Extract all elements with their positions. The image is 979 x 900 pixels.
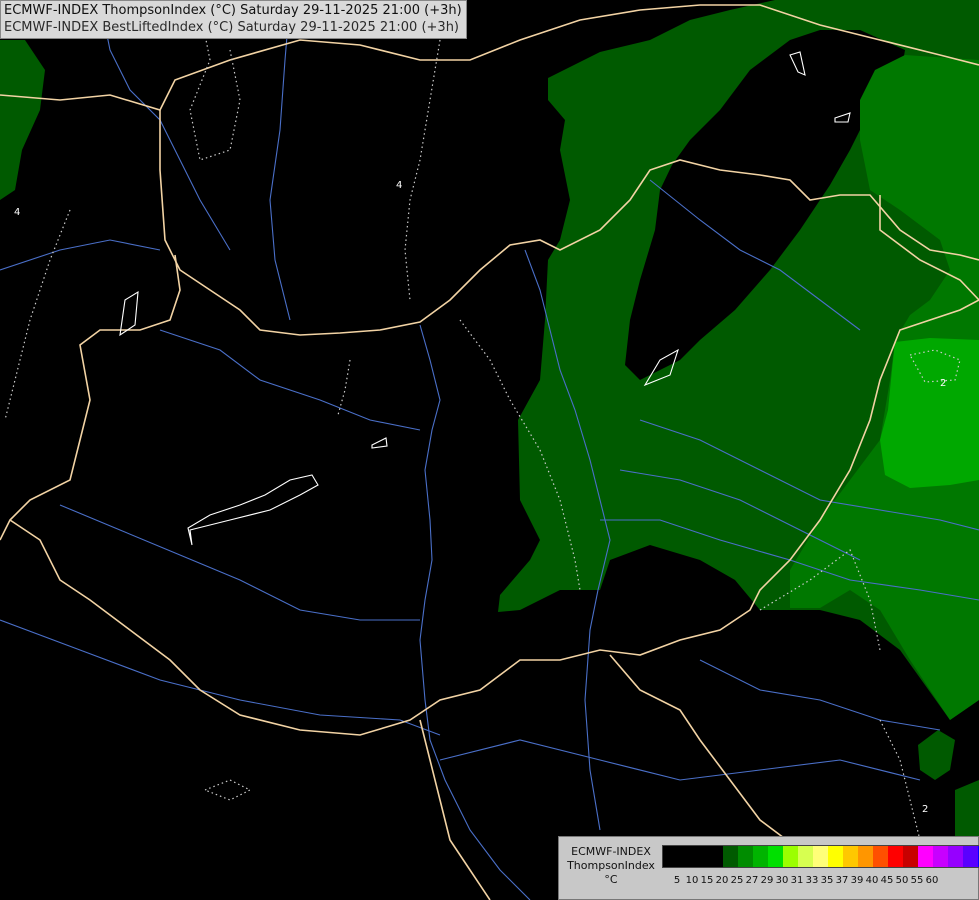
- weather-map: 4 4 2 2: [0, 0, 979, 900]
- legend-tick: 20: [715, 875, 729, 886]
- legend-swatch: [828, 846, 843, 867]
- legend-swatch: [708, 846, 723, 867]
- legend-parameter: ThompsonIndex: [567, 859, 655, 872]
- contour-label: 4: [14, 207, 20, 218]
- legend-swatch: [768, 846, 783, 867]
- contour-label: 4: [396, 180, 402, 191]
- legend-swatch: [888, 846, 903, 867]
- legend-ticks: 5 10 15 20 25 27 29 30 31 33 35 37 39 40 45 50 55 60: [662, 875, 974, 889]
- legend-swatch: [723, 846, 738, 867]
- legend-swatch: [873, 846, 888, 867]
- legend-swatch: [933, 846, 948, 867]
- legend-swatch: [963, 846, 978, 867]
- legend-swatch: [678, 846, 693, 867]
- legend-tick: 31: [790, 875, 804, 886]
- title-thompson-index: ECMWF-INDEX ThompsonIndex (°C) Saturday …: [4, 3, 462, 18]
- legend-swatch: [693, 846, 708, 867]
- legend-tick: 5: [673, 875, 681, 886]
- legend-swatch: [948, 846, 963, 867]
- legend-swatch: [858, 846, 873, 867]
- legend-model: ECMWF-INDEX: [571, 845, 651, 858]
- legend-swatch: [843, 846, 858, 867]
- legend-tick: 50: [895, 875, 909, 886]
- legend-tick: 60: [925, 875, 939, 886]
- legend-tick: 10: [685, 875, 699, 886]
- legend-tick: 27: [745, 875, 759, 886]
- legend-tick: 55: [910, 875, 924, 886]
- legend-tick: 37: [835, 875, 849, 886]
- legend-swatches: [662, 845, 979, 868]
- legend-swatch: [738, 846, 753, 867]
- map-title-box: ECMWF-INDEX ThompsonIndex (°C) Saturday …: [0, 0, 467, 39]
- shading-bright-green: [880, 338, 979, 488]
- legend-tick: 45: [880, 875, 894, 886]
- title-best-lifted-index: ECMWF-INDEX BestLiftedIndex (°C) Saturda…: [4, 20, 459, 35]
- legend-tick: 15: [700, 875, 714, 886]
- legend-swatch: [783, 846, 798, 867]
- legend-label: ECMWF-INDEX ThompsonIndex °C: [563, 845, 659, 887]
- legend-swatch: [903, 846, 918, 867]
- contour-label: 2: [940, 378, 946, 389]
- legend-tick: 35: [820, 875, 834, 886]
- legend-swatch: [798, 846, 813, 867]
- legend-swatch: [918, 846, 933, 867]
- contour-label: 2: [922, 804, 928, 815]
- legend-tick: 39: [850, 875, 864, 886]
- legend-tick: 33: [805, 875, 819, 886]
- legend-tick: 25: [730, 875, 744, 886]
- color-legend: ECMWF-INDEX ThompsonIndex °C 5 10 15 20 25 27…: [558, 836, 979, 900]
- legend-swatch: [813, 846, 828, 867]
- legend-tick: 40: [865, 875, 879, 886]
- legend-tick: 29: [760, 875, 774, 886]
- legend-tick: 30: [775, 875, 789, 886]
- legend-unit: °C: [604, 873, 618, 886]
- legend-swatch: [663, 846, 678, 867]
- legend-swatch: [753, 846, 768, 867]
